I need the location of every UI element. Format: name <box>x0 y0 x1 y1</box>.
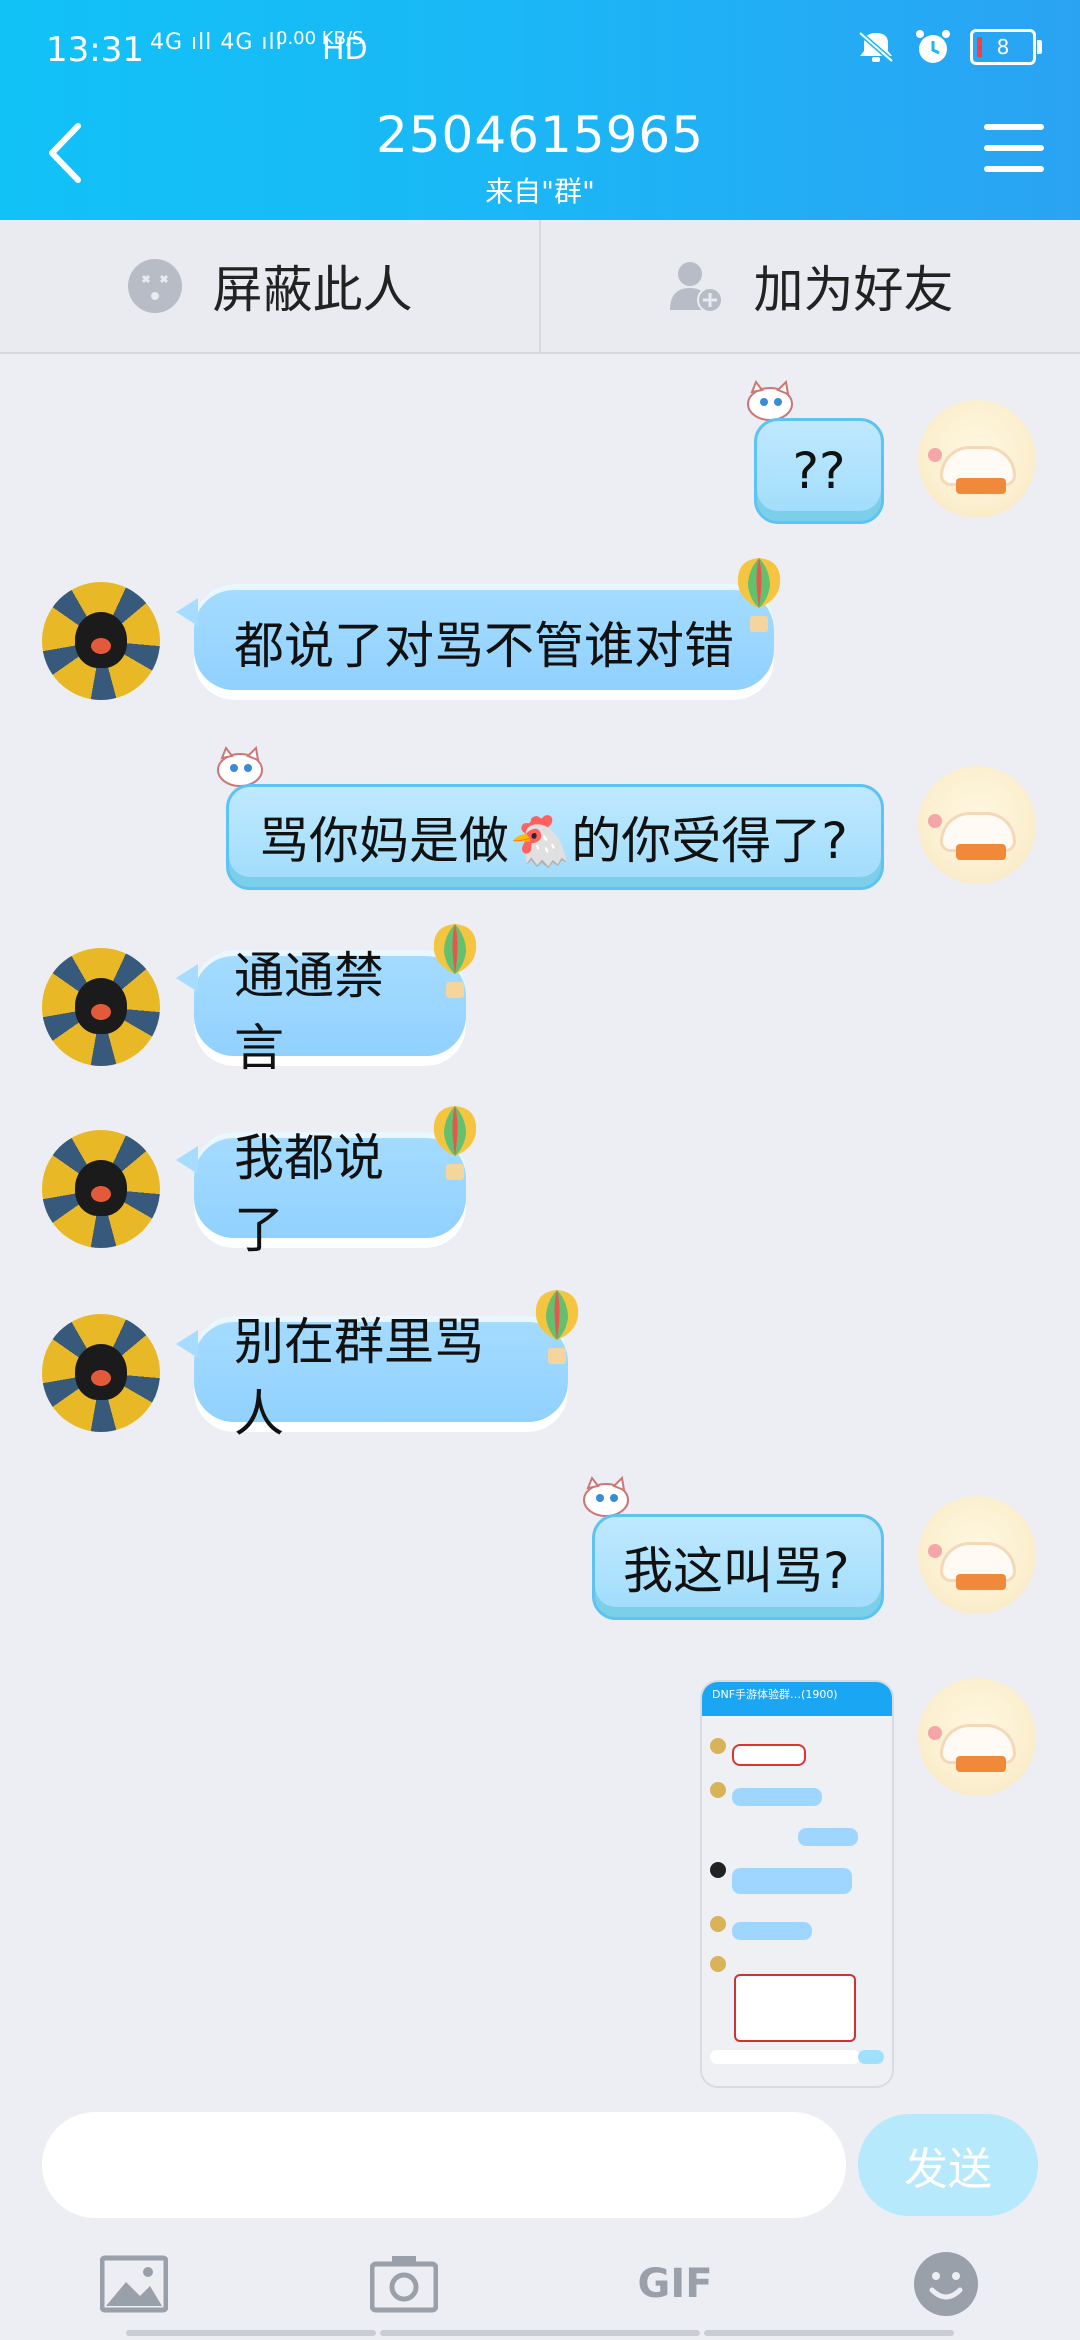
add-friend-button[interactable]: 加为好友 <box>541 220 1080 352</box>
page-subtitle: 来自"群" <box>485 175 595 208</box>
hd-indicator: HD <box>322 32 368 67</box>
my-avatar[interactable] <box>918 400 1036 518</box>
message-text: 我都说了 <box>234 1129 384 1259</box>
gif-icon[interactable]: GIF <box>637 2250 713 2318</box>
message-text: 别在群里骂人 <box>234 1313 484 1443</box>
balloon-sticker-icon <box>535 1290 579 1364</box>
message-text: 骂你妈是做🐔的你受得了? <box>259 812 848 870</box>
message-bubble[interactable]: 骂你妈是做🐔的你受得了? <box>226 784 884 890</box>
message-bubble[interactable]: 通通禁言 <box>176 947 466 1077</box>
thumb-header: DNF手游体验群…(1900) <box>702 1682 892 1716</box>
message-bubble[interactable]: 我都说了 <box>176 1129 466 1259</box>
balloon-sticker-icon <box>433 1106 477 1180</box>
sender-avatar[interactable] <box>42 582 160 700</box>
tab-indicator <box>704 2330 954 2336</box>
input-toolbar: GIF <box>0 2236 1080 2340</box>
network-indicator: 4G ıll 4G ıll <box>150 30 283 55</box>
block-face-icon <box>127 259 182 313</box>
add-friend-label: 加为好友 <box>753 261 954 319</box>
message-bubble[interactable]: ?? <box>754 418 884 524</box>
block-user-label: 屏蔽此人 <box>212 261 413 319</box>
screenshot-image-message[interactable]: DNF手游体验群…(1900) <box>700 1680 894 2088</box>
alarm-icon <box>916 30 950 63</box>
gif-label: GIF <box>637 2261 713 2307</box>
tab-indicator <box>126 2330 376 2336</box>
status-right: 8 <box>856 28 1042 66</box>
message-bubble[interactable]: 别在群里骂人 <box>176 1313 568 1443</box>
block-user-button[interactable]: 屏蔽此人 <box>0 220 541 352</box>
emoji-icon[interactable] <box>912 2250 980 2318</box>
header: 13:31 4G ıll 4G ıll 0.00 KB/S HD 8 25046… <box>0 0 1080 220</box>
message-text: 通通禁言 <box>234 947 384 1077</box>
send-button[interactable]: 发送 <box>858 2114 1038 2216</box>
battery-level: 8 <box>996 35 1010 59</box>
sender-avatar[interactable] <box>42 1130 160 1248</box>
image-icon[interactable] <box>100 2250 168 2318</box>
sender-avatar[interactable] <box>42 1314 160 1432</box>
action-bar: 屏蔽此人 加为好友 <box>0 220 1080 354</box>
menu-icon[interactable] <box>984 124 1044 178</box>
message-bubble[interactable]: 我这叫骂? <box>592 1514 884 1620</box>
status-time: 13:31 <box>46 30 144 70</box>
balloon-sticker-icon <box>433 924 477 998</box>
my-avatar[interactable] <box>918 1678 1036 1796</box>
camera-icon[interactable] <box>370 2250 438 2318</box>
send-button-label: 发送 <box>904 2144 992 2195</box>
my-avatar[interactable] <box>918 1496 1036 1614</box>
message-text: ?? <box>792 442 846 500</box>
page-title: 2504615965 <box>375 106 705 164</box>
message-bubble[interactable]: 都说了对骂不管谁对错 <box>176 584 774 700</box>
mute-vibrate-icon <box>858 31 894 63</box>
my-avatar[interactable] <box>918 766 1036 884</box>
balloon-sticker-icon <box>737 558 781 632</box>
message-text: 我这叫骂? <box>623 1542 850 1600</box>
message-input[interactable] <box>42 2112 846 2218</box>
sender-avatar[interactable] <box>42 948 160 1066</box>
battery-icon: 8 <box>970 29 1042 65</box>
tab-indicator <box>380 2330 700 2336</box>
message-text: 都说了对骂不管谁对错 <box>234 617 734 675</box>
add-friend-icon <box>669 262 723 313</box>
